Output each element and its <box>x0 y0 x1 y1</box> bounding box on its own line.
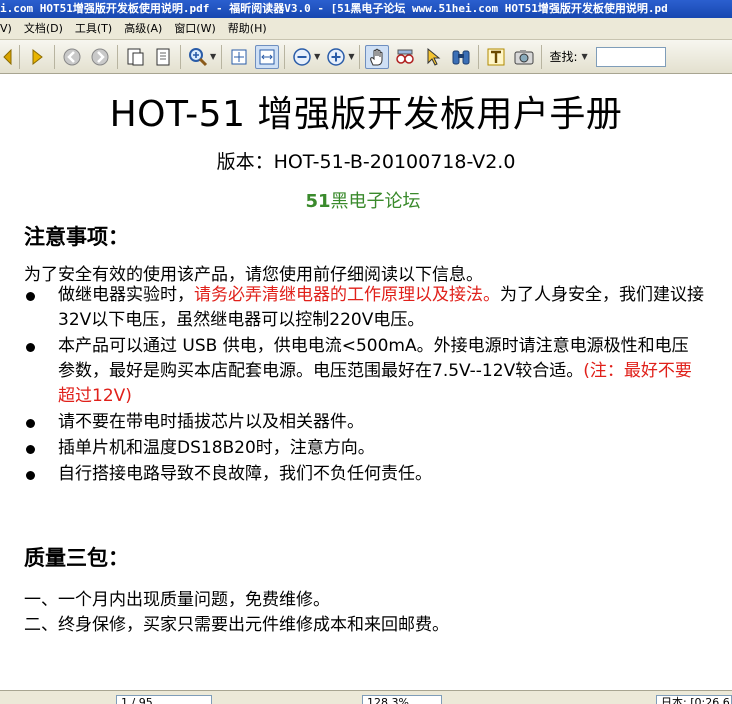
forward-icon[interactable] <box>88 45 112 69</box>
bullet-text: 自行搭接电路导致不良故障，我们不负任何责任。 <box>58 464 432 484</box>
status-bar: 1 / 95 128.3% 日本: [0:26 6 <box>0 690 732 704</box>
menu-view[interactable]: V) <box>0 18 18 39</box>
quality-heading: 质量三包： <box>24 546 129 570</box>
zoom-out-dropdown-arrow-icon[interactable]: ▼ <box>314 52 320 61</box>
fit-width-icon[interactable] <box>255 44 280 69</box>
back-icon[interactable] <box>60 45 84 69</box>
forum-text: 黑电子论坛 <box>330 191 421 212</box>
find-label: 查找: <box>549 50 578 64</box>
zoom-dropdown-arrow-icon[interactable]: ▼ <box>210 52 216 61</box>
zoom-level-field[interactable]: 128.3% <box>362 695 442 704</box>
forum-number: 51 <box>305 191 331 212</box>
find-binoculars-icon[interactable] <box>449 45 473 69</box>
window-title-bar: i.com HOT51增强版开发板使用说明.pdf - 福昕阅读器V3.0 - … <box>0 0 732 18</box>
menu-tools[interactable]: 工具(T) <box>69 18 118 39</box>
list-item: 做继电器实验时，请务必弄清继电器的工作原理以及接法。为了人身安全，我们建议接32… <box>24 283 704 333</box>
camera-icon[interactable] <box>512 45 536 69</box>
menu-advanced[interactable]: 高级(A) <box>118 18 168 39</box>
document-page: HOT-51 增强版开发板用户手册 版本：HOT-51-B-20100718-V… <box>0 75 732 690</box>
list-item: 请不要在带电时插拔芯片以及相关器件。 <box>24 410 704 435</box>
next-page-icon[interactable] <box>25 45 49 69</box>
select-arrow-icon[interactable] <box>421 45 445 69</box>
quality-item-2: 二、终身保修，买家只需要出元件维修成本和来回邮费。 <box>24 615 449 635</box>
text-select-icon[interactable] <box>484 45 508 69</box>
bullet-dot-icon <box>26 343 35 352</box>
list-item: 自行搭接电路导致不良故障，我们不负任何责任。 <box>24 462 704 487</box>
list-item: 插单片机和温度DS18B20时，注意方向。 <box>24 436 704 461</box>
notice-heading: 注意事项： <box>24 225 129 249</box>
menu-window[interactable]: 窗口(W) <box>168 18 221 39</box>
toolbar-separator <box>180 44 181 69</box>
single-page-icon[interactable] <box>123 45 147 69</box>
document-title: HOT-51 增强版开发板用户手册 <box>109 94 623 135</box>
fit-page-icon[interactable] <box>227 45 251 69</box>
toolbar-separator <box>117 44 118 69</box>
toolbar-separator <box>284 44 286 69</box>
bullet-dot-icon <box>26 419 35 428</box>
find-input[interactable] <box>595 46 666 67</box>
page-number-field[interactable]: 1 / 95 <box>116 695 212 704</box>
document-version: 版本：HOT-51-B-20100718-V2.0 <box>216 151 516 173</box>
bullet-text: 插单片机和温度DS18B20时，注意方向。 <box>58 438 375 458</box>
zoom-in-icon[interactable] <box>324 45 348 69</box>
toolbar: ▼ ▼ ▼ 查找: ▼ <box>0 40 732 74</box>
continuous-page-icon[interactable] <box>151 45 175 69</box>
forum-name: 51黑电子论坛 <box>0 187 726 213</box>
toolbar-separator <box>19 44 20 69</box>
notice-list: 做继电器实验时，请务必弄清继电器的工作原理以及接法。为了人身安全，我们建议接32… <box>24 283 704 488</box>
menu-help[interactable]: 帮助(H) <box>222 18 273 39</box>
zoom-in-dropdown-arrow-icon[interactable]: ▼ <box>348 52 354 61</box>
toolbar-separator <box>359 44 361 69</box>
toolbar-separator <box>54 44 55 69</box>
menu-document[interactable]: 文档(D) <box>18 18 69 39</box>
find-options-arrow-icon[interactable]: ▼ <box>582 52 588 61</box>
bullet-text: 请不要在带电时插拔芯片以及相关器件。 <box>58 412 364 432</box>
bullet-dot-icon <box>26 471 35 480</box>
list-item: 本产品可以通过 USB 供电，供电电流<500mA。外接电源时请注意电源极性和电… <box>24 334 704 409</box>
bullet-dot-icon <box>26 292 35 301</box>
zoom-out-icon[interactable] <box>290 45 314 69</box>
bullet-warning-text: 请务必弄清继电器的工作原理以及接法。 <box>194 285 500 305</box>
bullet-dot-icon <box>26 445 35 454</box>
toolbar-separator <box>221 44 223 69</box>
toolbar-separator <box>478 44 480 69</box>
menu-bar: V) 文档(D) 工具(T) 高级(A) 窗口(W) 帮助(H) <box>0 18 732 40</box>
hand-tool-icon[interactable] <box>365 44 390 69</box>
quality-item-1: 一、一个月内出现质量问题，免费维修。 <box>24 590 330 610</box>
time-display: 日本: [0:26 6 <box>656 695 732 704</box>
toolbar-separator <box>541 44 543 69</box>
bullet-text: 做继电器实验时， <box>58 285 194 305</box>
zoom-in-magnifier-icon[interactable] <box>186 45 210 69</box>
first-page-icon[interactable] <box>0 45 14 69</box>
notice-intro: 为了安全有效的使用该产品，请您使用前仔细阅读以下信息。 <box>24 265 483 285</box>
window-title: i.com HOT51增强版开发板使用说明.pdf - 福昕阅读器V3.0 - … <box>0 2 668 15</box>
snapshot-glasses-icon[interactable] <box>393 45 417 69</box>
